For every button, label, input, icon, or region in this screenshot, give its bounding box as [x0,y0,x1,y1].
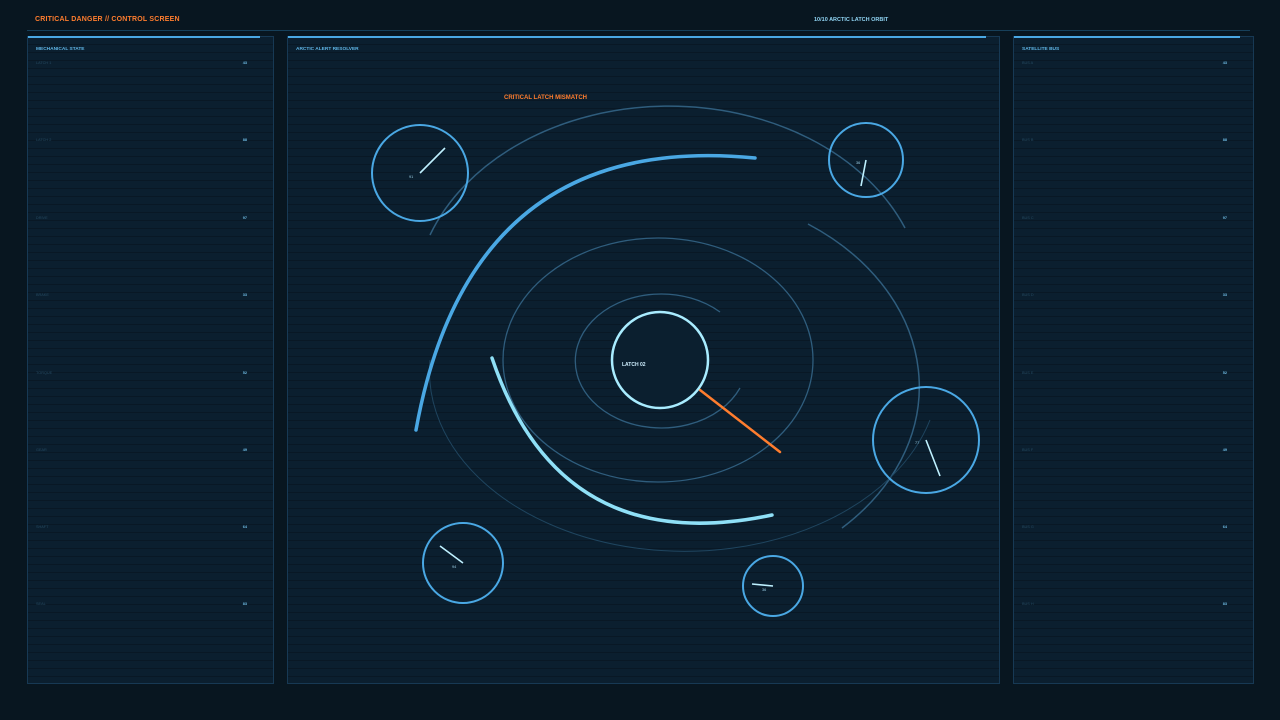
dial-label: 91 [409,175,413,179]
dial-gauge-tl [371,124,469,222]
dial-needle [925,439,941,477]
dial-label: 94 [452,565,456,569]
dial-needle [751,583,774,587]
latch-core-ring [610,310,710,410]
dial-label: 36 [856,161,860,165]
dial-label: 36 [762,588,766,592]
dial-needle [439,545,464,564]
outer-orbit-ring-segment [807,223,920,529]
primary-orbit-arc [414,153,757,432]
outer-orbit-ring [429,105,906,236]
dial-label: 77 [915,441,919,445]
dial-needle [419,147,446,174]
dial-gauge-bl [422,522,504,604]
dial-gauge-tr [828,122,904,198]
orbit-visualization: LATCH 02 91 36 77 94 36 [371,105,980,617]
dial-gauge-b [742,555,804,617]
latch-pointer [698,388,782,454]
core-label: LATCH 02 [622,362,646,368]
dial-gauge-r [872,386,980,494]
